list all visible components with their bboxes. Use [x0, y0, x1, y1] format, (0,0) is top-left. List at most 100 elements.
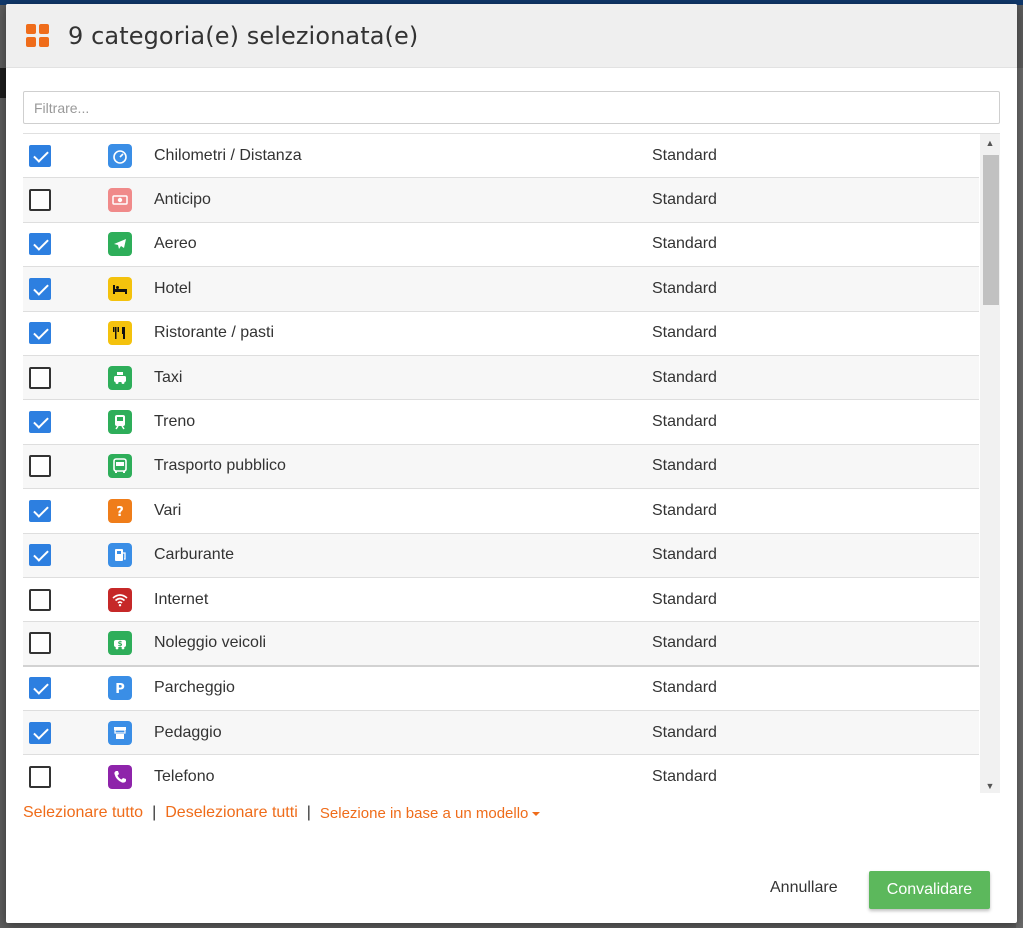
svg-text:P: P: [115, 682, 125, 696]
select-by-template-dropdown[interactable]: Selezione in base a un modello: [319, 804, 541, 822]
toll-icon: [108, 720, 132, 745]
category-row[interactable]: Anticipo Standard: [23, 178, 979, 223]
category-name: Chilometri / Distanza: [154, 146, 302, 164]
category-row[interactable]: P Parcheggio Standard: [23, 667, 979, 712]
cancel-button[interactable]: Annullare: [770, 879, 838, 897]
category-checkbox[interactable]: [29, 677, 51, 700]
category-name: Taxi: [154, 368, 183, 386]
category-checkbox[interactable]: [29, 588, 51, 611]
scroll-up-arrow-icon[interactable]: ▲: [980, 134, 1000, 151]
cutlery-icon: [108, 321, 132, 346]
airplane-icon: [108, 232, 132, 257]
category-type: Standard: [652, 368, 717, 386]
category-checkbox[interactable]: [29, 411, 51, 434]
category-type: Standard: [652, 723, 717, 741]
taxi-icon: [108, 365, 132, 390]
train-icon: [108, 410, 132, 435]
background-overlay: [1016, 68, 1023, 928]
category-row[interactable]: Internet Standard: [23, 578, 979, 623]
category-name: Carburante: [154, 546, 235, 564]
category-checkbox[interactable]: [29, 366, 51, 389]
category-row[interactable]: Taxi Standard: [23, 355, 979, 401]
category-name: Internet: [154, 590, 209, 608]
separator: |: [306, 804, 311, 821]
category-type: Standard: [652, 590, 717, 608]
bus-icon: [108, 454, 132, 479]
parking-icon: P: [108, 676, 132, 701]
svg-text:$: $: [118, 640, 123, 648]
scrollbar[interactable]: ▲ ▼: [980, 134, 1000, 793]
svg-text:?: ?: [116, 505, 124, 519]
select-by-template-label: Selezione in base a un modello: [319, 804, 529, 822]
category-checkbox[interactable]: [29, 455, 51, 478]
category-row[interactable]: Ristorante / pasti Standard: [23, 312, 979, 356]
category-row[interactable]: ? Vari Standard: [23, 489, 979, 534]
category-checkbox[interactable]: [29, 233, 51, 256]
category-checkbox[interactable]: [29, 189, 51, 212]
category-row[interactable]: Hotel Standard: [23, 267, 979, 312]
car-rental-icon: $: [108, 631, 132, 656]
category-list: Chilometri / Distanza Standard Anticipo Sta…: [23, 133, 1000, 793]
category-type: Standard: [652, 501, 717, 519]
category-row[interactable]: Telefono Standard: [23, 755, 979, 793]
category-row[interactable]: Treno Standard: [23, 400, 979, 445]
category-name: Parcheggio: [154, 679, 235, 697]
phone-icon: [108, 765, 132, 790]
category-checkbox[interactable]: [29, 721, 51, 744]
question-icon: ?: [108, 498, 132, 523]
category-selection-dialog: 9 categoria(e) selezionata(e) Chilometri…: [6, 4, 1017, 923]
deselect-all-link[interactable]: Deselezionare tutti: [165, 804, 298, 822]
category-checkbox[interactable]: [29, 322, 51, 345]
speedometer-icon: [108, 143, 132, 168]
selection-actions: Selezionare tutto | Deselezionare tutti …: [23, 804, 541, 822]
category-name: Hotel: [154, 279, 192, 297]
scroll-thumb[interactable]: [983, 155, 999, 305]
category-type: Standard: [652, 546, 717, 564]
category-type: Standard: [652, 324, 717, 342]
category-name: Aereo: [154, 235, 197, 253]
confirm-button[interactable]: Convalidare: [869, 871, 990, 909]
category-row[interactable]: Trasporto pubblico Standard: [23, 444, 979, 490]
category-name: Treno: [154, 413, 196, 431]
filter-container: [23, 91, 1000, 124]
category-type: Standard: [652, 413, 717, 431]
grid-icon: [26, 23, 50, 48]
category-checkbox[interactable]: [29, 277, 51, 300]
category-name: Pedaggio: [154, 723, 222, 741]
category-type: Standard: [652, 235, 717, 253]
select-all-link[interactable]: Selezionare tutto: [23, 804, 143, 822]
category-name: Vari: [154, 501, 182, 519]
category-row[interactable]: Pedaggio Standard: [23, 711, 979, 756]
scroll-down-arrow-icon[interactable]: ▼: [980, 777, 1000, 793]
caret-down-icon: [532, 811, 541, 816]
category-type: Standard: [652, 768, 717, 786]
category-checkbox[interactable]: [29, 499, 51, 522]
category-row[interactable]: $ Noleggio veicoli Standard: [23, 622, 979, 667]
separator: |: [152, 804, 157, 821]
category-name: Trasporto pubblico: [154, 457, 286, 475]
category-checkbox[interactable]: [29, 766, 51, 789]
category-checkbox[interactable]: [29, 144, 51, 167]
category-row[interactable]: Carburante Standard: [23, 533, 979, 578]
category-row[interactable]: Aereo Standard: [23, 223, 979, 268]
category-name: Telefono: [154, 768, 215, 786]
bed-icon: [108, 276, 132, 301]
category-name: Anticipo: [154, 191, 211, 209]
filter-input[interactable]: [23, 91, 1000, 124]
fuel-icon: [108, 543, 132, 568]
category-rows: Chilometri / Distanza Standard Anticipo Sta…: [23, 134, 979, 793]
category-type: Standard: [652, 457, 717, 475]
wifi-icon: [108, 587, 132, 612]
category-checkbox[interactable]: [29, 632, 51, 655]
category-type: Standard: [652, 634, 717, 652]
category-type: Standard: [652, 679, 717, 697]
category-row[interactable]: Chilometri / Distanza Standard: [23, 134, 979, 179]
category-name: Noleggio veicoli: [154, 634, 267, 652]
category-type: Standard: [652, 191, 717, 209]
category-type: Standard: [652, 279, 717, 297]
category-name: Ristorante / pasti: [154, 324, 275, 342]
category-checkbox[interactable]: [29, 544, 51, 567]
dialog-title: 9 categoria(e) selezionata(e): [68, 21, 419, 50]
dialog-header: 9 categoria(e) selezionata(e): [6, 4, 1017, 68]
cash-icon: [108, 188, 132, 213]
